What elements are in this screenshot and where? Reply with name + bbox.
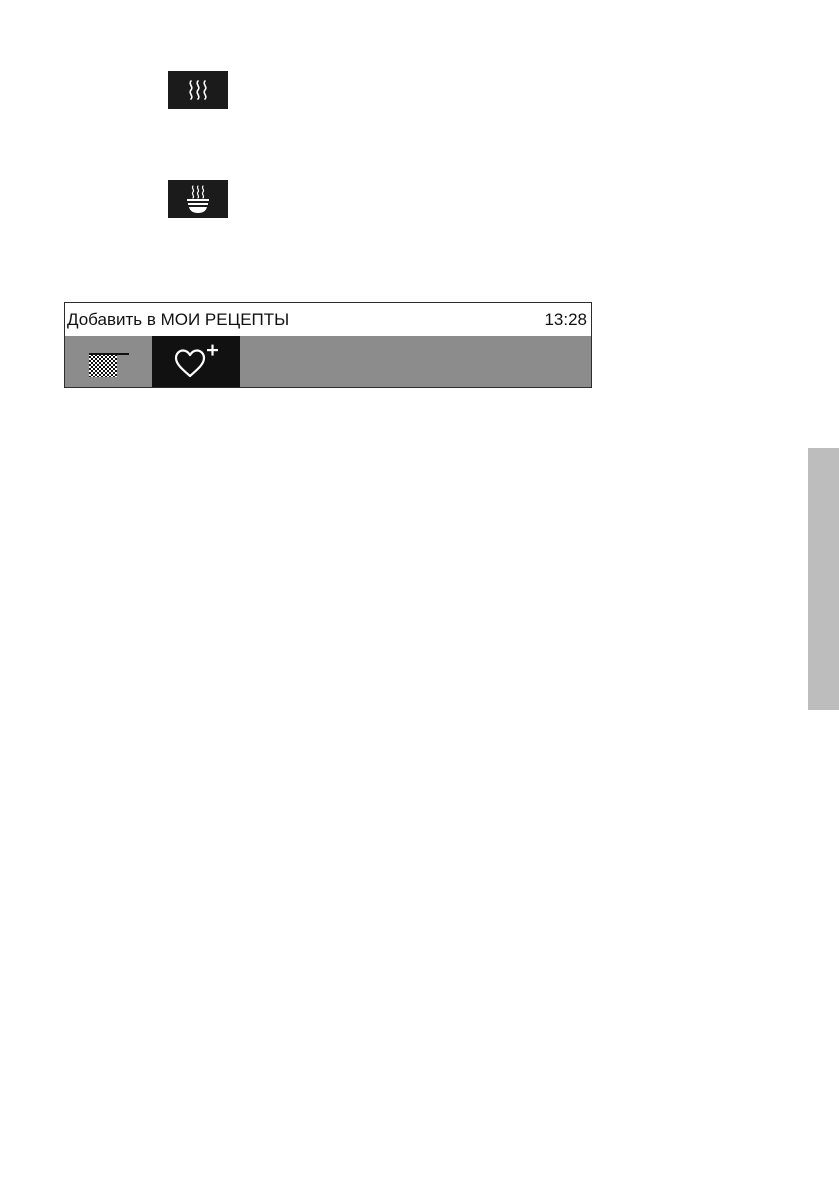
add-to-my-recipes-button[interactable] xyxy=(152,336,240,387)
manual-page: Добавить в МОИ РЕЦЕПТЫ 13:28 xyxy=(0,0,839,1191)
grill-button[interactable] xyxy=(65,336,151,387)
display-button-bar xyxy=(65,336,591,387)
heart-plus-icon xyxy=(174,344,218,378)
display-title: Добавить в МОИ РЕЦЕПТЫ xyxy=(67,310,290,329)
grill-pattern-icon xyxy=(89,353,129,377)
display-header: Добавить в МОИ РЕЦЕПТЫ 13:28 xyxy=(65,303,591,336)
oven-display: Добавить в МОИ РЕЦЕПТЫ 13:28 xyxy=(64,302,592,388)
steam-icon xyxy=(168,71,228,109)
clock: 13:28 xyxy=(544,310,587,329)
steam-bowl-icon xyxy=(168,180,228,218)
side-tab-marker xyxy=(808,448,839,710)
